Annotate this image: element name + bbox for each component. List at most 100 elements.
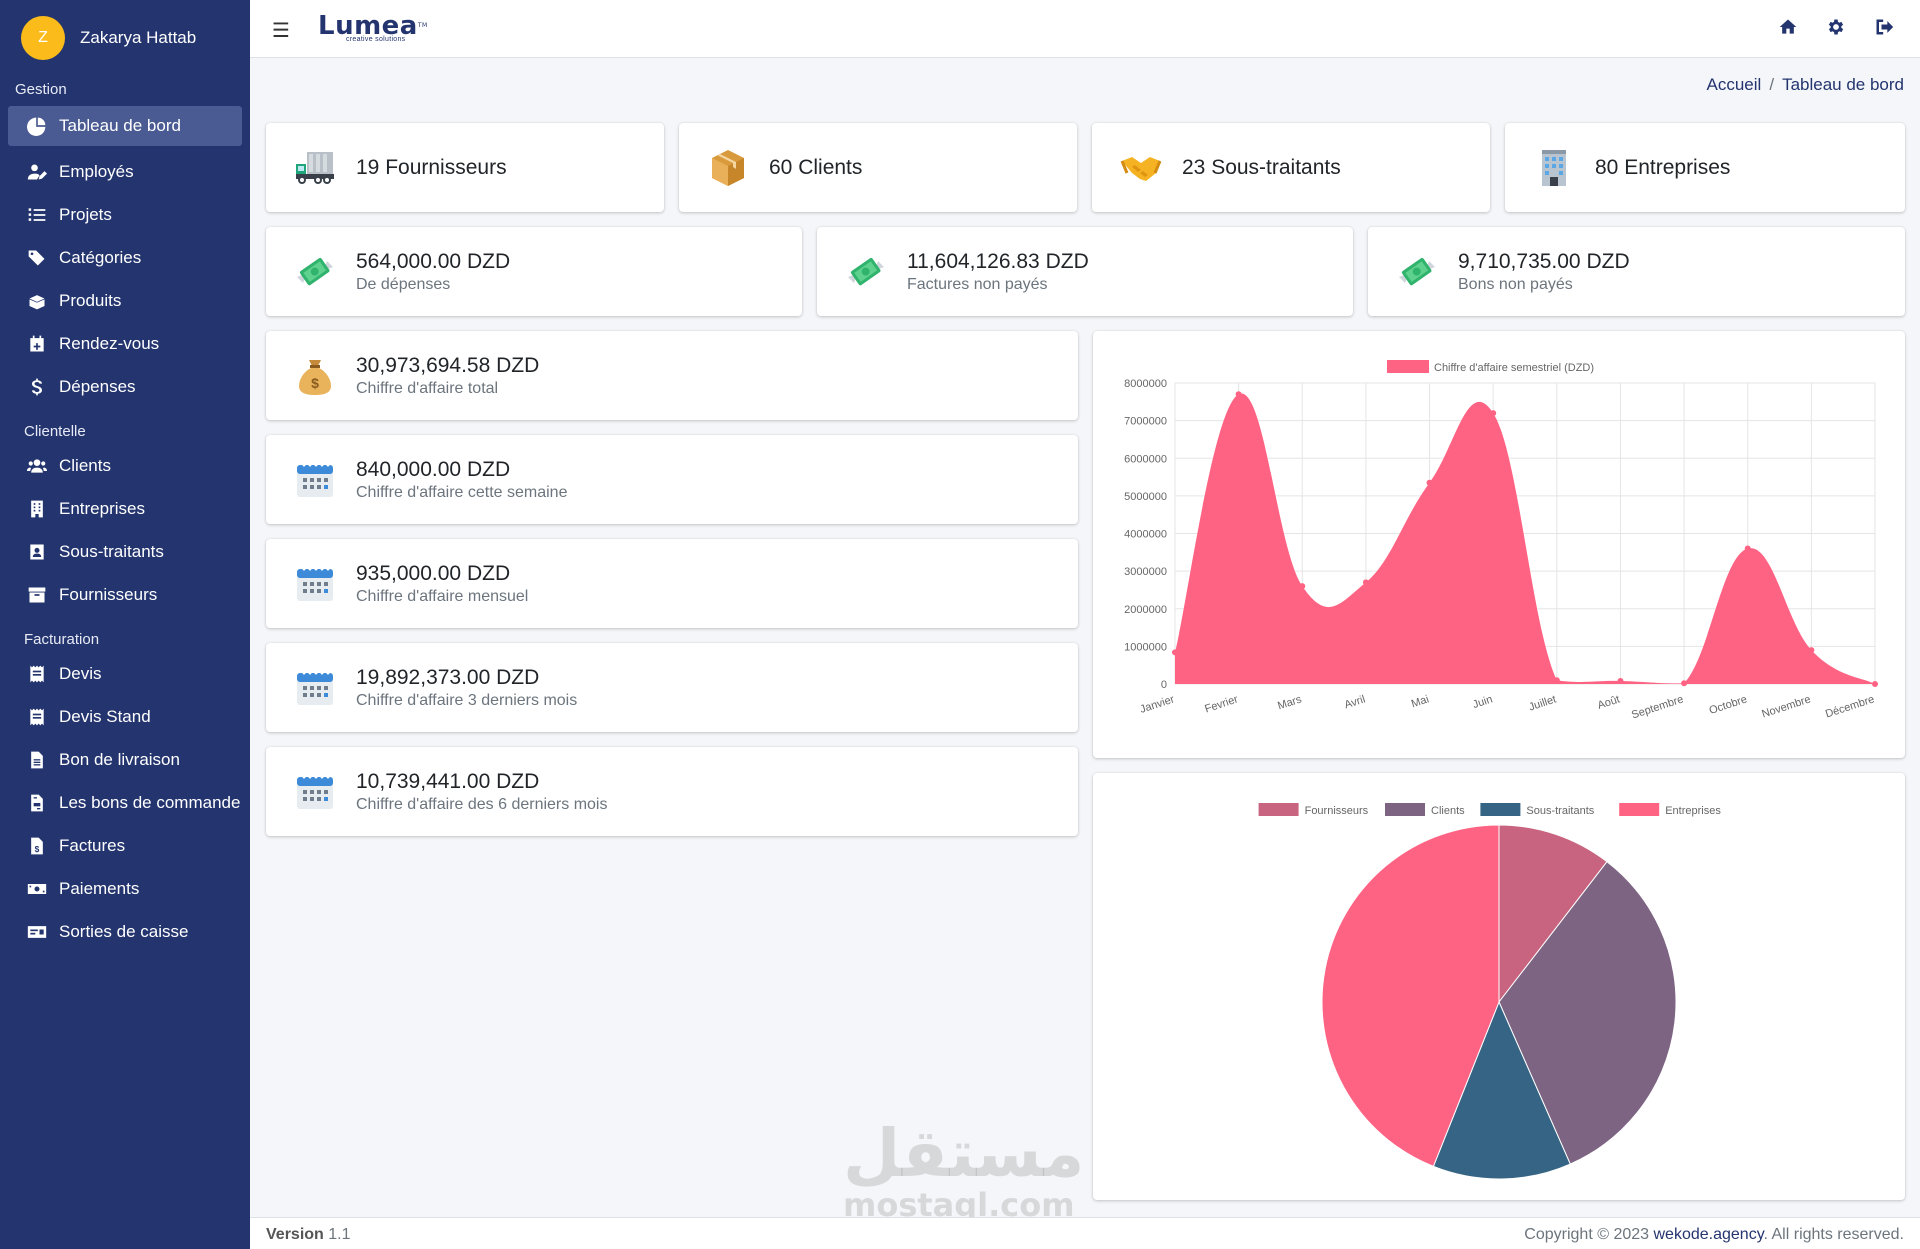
- sidebar-item-sorties-de-caisse[interactable]: Sorties de caisse: [0, 910, 250, 953]
- sidebar-section-gestion: Gestion: [15, 81, 67, 98]
- sidebar-item-dépenses[interactable]: Dépenses: [0, 365, 250, 408]
- copyright-suffix: . All rights reserved.: [1763, 1226, 1905, 1243]
- money-wings-icon: [845, 251, 887, 293]
- watermark: مستقل mostaql.com: [843, 1115, 1085, 1223]
- data-point: [1426, 479, 1433, 486]
- x-tick-label: Août: [1596, 693, 1621, 711]
- pie-chart: Fournisseurs Clients Sous-traitants Entrepr…: [1258, 803, 1721, 1180]
- hamburger-menu-icon[interactable]: ☰: [272, 18, 290, 43]
- sidebar-item-employés[interactable]: Employés: [0, 150, 250, 193]
- user-panel[interactable]: Z Zakarya Hattab: [0, 0, 250, 76]
- sidebar-item-clients[interactable]: Clients: [0, 444, 250, 487]
- stat-card-ca-semaine[interactable]: 840,000.00 DZD Chiffre d'affaire cette s…: [266, 435, 1078, 524]
- avatar[interactable]: Z: [21, 16, 65, 60]
- sidebar-section-clientelle: Clientelle: [24, 423, 86, 440]
- x-tick-label: Mai: [1410, 693, 1431, 710]
- sidebar-item-devis[interactable]: Devis: [0, 652, 250, 695]
- stat-bons-label: Bons non payés: [1458, 275, 1573, 293]
- y-tick-label: 2000000: [1124, 604, 1167, 616]
- sidebar-item-label: Factures: [59, 835, 126, 855]
- sidebar-item-projets[interactable]: Projets: [0, 193, 250, 236]
- x-tick-label: Décembre: [1824, 693, 1876, 720]
- sidebar-item-produits[interactable]: Produits: [0, 279, 250, 322]
- legend-swatch: [1619, 803, 1660, 816]
- breadcrumb-home-link[interactable]: Accueil: [1707, 75, 1762, 94]
- user-name[interactable]: Zakarya Hattab: [80, 28, 196, 48]
- data-point: [1172, 649, 1178, 656]
- stat-fournisseurs: 19 Fournisseurs: [356, 155, 507, 179]
- sidebar-item-devis-stand[interactable]: Devis Stand: [0, 695, 250, 738]
- sidebar-item-les-bons-de-commande[interactable]: Les bons de commande: [0, 781, 250, 824]
- watermark-arabic: مستقل: [843, 1115, 1085, 1192]
- stat-card-sous-traitants[interactable]: 23 Sous-traitants: [1092, 123, 1490, 212]
- x-tick-label: Fevrier: [1203, 693, 1240, 715]
- stat-card-ca-3-mois[interactable]: 19,892,373.00 DZD Chiffre d'affaire 3 de…: [266, 643, 1078, 732]
- x-tick-label: Mars: [1276, 693, 1303, 712]
- y-tick-label: 8000000: [1124, 378, 1167, 390]
- sidebar-item-fournisseurs[interactable]: Fournisseurs: [0, 573, 250, 616]
- legend-label: Entreprises: [1665, 805, 1721, 817]
- logout-icon[interactable]: [1874, 17, 1898, 39]
- legend-swatch: [1258, 803, 1299, 816]
- breadcrumb: Accueil / Tableau de bord: [1707, 75, 1904, 95]
- y-tick-label: 1000000: [1124, 641, 1167, 653]
- stat-depenses-label: De dépenses: [356, 275, 451, 293]
- stat-factures-amount: 11,604,126.83 DZD: [907, 249, 1089, 273]
- legend-swatch: [1480, 803, 1521, 816]
- sidebar-nav: Gestion Tableau de bord Employés Projets Cat…: [0, 78, 250, 953]
- sidebar-item-label: Rendez-vous: [59, 333, 160, 353]
- sidebar-item-factures[interactable]: $ Factures: [0, 824, 250, 867]
- tags-icon: [26, 247, 48, 269]
- gear-icon[interactable]: [1826, 17, 1850, 39]
- stat-card-ca-mensuel[interactable]: 935,000.00 DZD Chiffre d'affaire mensuel: [266, 539, 1078, 628]
- sidebar-section-facturation: Facturation: [24, 631, 100, 648]
- sidebar-item-catégories[interactable]: Catégories: [0, 236, 250, 279]
- sidebar-item-entreprises[interactable]: Entreprises: [0, 487, 250, 530]
- pie-chart-card: Fournisseurs Clients Sous-traitants Entrepr…: [1093, 773, 1905, 1200]
- stat-ca-mensuel-label: Chiffre d'affaire mensuel: [356, 587, 529, 605]
- area-chart: Chiffre d'affaire semestriel (DZD) 800000…: [1124, 360, 1878, 721]
- money-wings-icon: [1396, 251, 1438, 293]
- users-icon: [26, 455, 48, 477]
- sidebar-item-sous-traitants[interactable]: Sous-traitants: [0, 530, 250, 573]
- topbar: ☰ LumeaTM creative solutions: [250, 0, 1920, 58]
- sidebar-item-rendez-vous[interactable]: Rendez-vous: [0, 322, 250, 365]
- data-point: [1235, 391, 1242, 398]
- y-tick-label: 7000000: [1124, 416, 1167, 428]
- logo[interactable]: LumeaTM creative solutions: [318, 13, 428, 43]
- stat-card-bons-non-payes[interactable]: 9,710,735.00 DZD Bons non payés: [1368, 227, 1905, 316]
- legend-label: Clients: [1431, 805, 1465, 817]
- stat-card-depenses[interactable]: 564,000.00 DZD De dépenses: [266, 227, 802, 316]
- x-tick-label: Octobre: [1708, 693, 1749, 717]
- logo-tm: TM: [417, 22, 428, 29]
- stat-card-ca-total[interactable]: $ 30,973,694.58 DZD Chiffre d'affaire to…: [266, 331, 1078, 420]
- stat-card-factures-non-payes[interactable]: 11,604,126.83 DZD Factures non payés: [817, 227, 1353, 316]
- stat-card-clients[interactable]: 60 Clients: [679, 123, 1077, 212]
- id-badge-icon: [26, 541, 48, 563]
- stat-card-fournisseurs[interactable]: 19 Fournisseurs: [266, 123, 664, 212]
- stat-ca-mensuel-amount: 935,000.00 DZD: [356, 561, 511, 585]
- money-wings-icon: [294, 251, 336, 293]
- sidebar-item-bon-de-livraison[interactable]: Bon de livraison: [0, 738, 250, 781]
- sidebar-item-label: Bon de livraison: [59, 749, 180, 769]
- receipt-icon: [26, 663, 48, 685]
- file-lines-icon: [26, 749, 48, 771]
- stat-ca-total-amount: 30,973,694.58 DZD: [356, 353, 540, 377]
- sidebar-item-paiements[interactable]: Paiements: [0, 867, 250, 910]
- file-invoice-dollar-icon: $: [26, 835, 48, 857]
- sidebar-item-label: Les bons de commande: [59, 792, 241, 812]
- calendar-icon: [294, 667, 336, 709]
- sidebar-item-label: Entreprises: [59, 498, 145, 518]
- handshake-icon: [1120, 147, 1162, 189]
- sidebar-item-tableau-de-bord[interactable]: Tableau de bord: [8, 106, 242, 146]
- sidebar-item-label: Clients: [59, 455, 111, 475]
- building-icon: [26, 498, 48, 520]
- stat-card-ca-6-mois[interactable]: 10,739,441.00 DZD Chiffre d'affaire des …: [266, 747, 1078, 836]
- stat-ca-total-label: Chiffre d'affaire total: [356, 379, 499, 397]
- version-label: Version: [266, 1226, 324, 1243]
- company-link[interactable]: wekode.agency: [1654, 1226, 1764, 1243]
- receipt-icon: [26, 706, 48, 728]
- user-edit-icon: [26, 161, 48, 183]
- home-icon[interactable]: [1778, 17, 1802, 39]
- stat-card-entreprises[interactable]: 80 Entreprises: [1505, 123, 1905, 212]
